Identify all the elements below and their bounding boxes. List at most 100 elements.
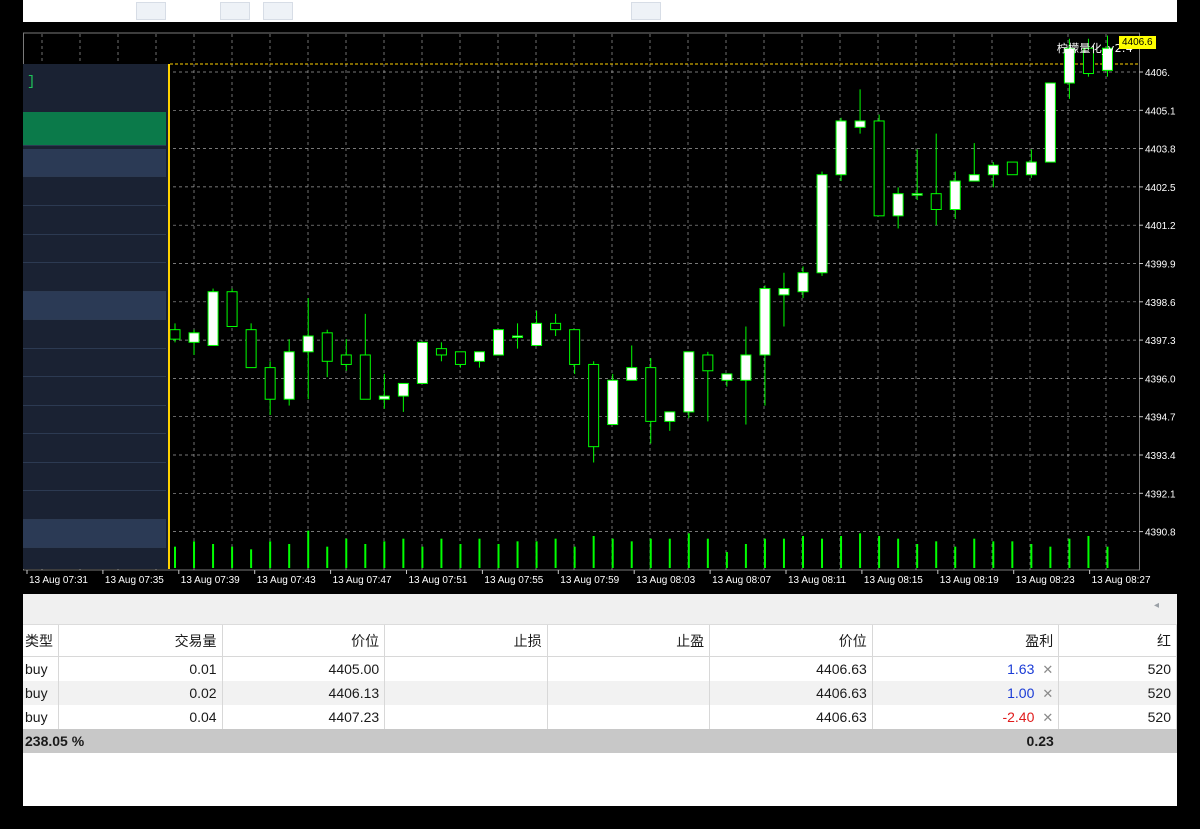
time-axis-label: 13 Aug 08:11 bbox=[788, 575, 847, 586]
candle-body bbox=[797, 272, 809, 293]
order-current-price: 4406.63 bbox=[709, 656, 873, 681]
candle-body bbox=[987, 164, 999, 176]
panel-row[interactable] bbox=[23, 263, 166, 292]
order-profit: 1.00 bbox=[1007, 684, 1035, 701]
candle-body bbox=[588, 363, 600, 448]
order-stop-loss[interactable] bbox=[384, 656, 548, 681]
candle-body bbox=[645, 367, 657, 422]
candle-body bbox=[264, 367, 276, 400]
column-header[interactable]: 交易量 bbox=[58, 625, 223, 657]
candle-body bbox=[302, 335, 314, 353]
candle-body bbox=[1006, 161, 1018, 176]
candle-body bbox=[968, 174, 980, 182]
panel-row[interactable] bbox=[23, 320, 166, 349]
candle-body bbox=[721, 373, 733, 381]
panel-row[interactable] bbox=[23, 520, 166, 548]
toolbar-button[interactable] bbox=[631, 2, 661, 20]
toolbar-button[interactable] bbox=[136, 2, 166, 20]
panel-row[interactable] bbox=[23, 463, 166, 491]
orders-table: 类型 交易量 价位 止损 止盈 价位 盈利 红 buy 0.01 4405.00 bbox=[23, 625, 1177, 753]
time-axis-label: 13 Aug 08:15 bbox=[864, 575, 923, 586]
column-header[interactable]: 红 bbox=[1058, 625, 1177, 657]
candle-body bbox=[930, 193, 942, 211]
column-header[interactable]: 价位 bbox=[222, 625, 386, 657]
price-axis-label: 4405.1 bbox=[1145, 106, 1176, 117]
order-profit: 1.63 bbox=[1007, 660, 1035, 677]
order-profit-cell: 1.63 ✕ bbox=[872, 656, 1060, 681]
candle-body bbox=[454, 351, 466, 365]
candle-body bbox=[569, 329, 581, 365]
price-axis-label: 4401.2 bbox=[1145, 221, 1176, 232]
panel-row[interactable] bbox=[23, 377, 166, 406]
candle-body bbox=[473, 351, 485, 362]
panel-row[interactable] bbox=[23, 178, 166, 206]
order-take-profit[interactable] bbox=[547, 656, 711, 681]
time-axis-label: 13 Aug 07:59 bbox=[560, 575, 619, 586]
order-stop-loss[interactable] bbox=[384, 705, 548, 729]
candle-body bbox=[626, 367, 638, 381]
time-axis-label: 13 Aug 07:47 bbox=[333, 575, 392, 586]
time-axis-label: 13 Aug 08:03 bbox=[636, 575, 695, 586]
candle-body bbox=[664, 411, 676, 422]
candle-body bbox=[245, 329, 257, 369]
order-profit-cell: -2.40 ✕ bbox=[872, 705, 1060, 729]
candle-body bbox=[835, 120, 847, 176]
order-extra: 520 bbox=[1058, 681, 1177, 705]
panel-row[interactable] bbox=[23, 349, 166, 377]
candle-body bbox=[493, 329, 505, 356]
time-axis-label: 13 Aug 07:43 bbox=[257, 575, 316, 586]
close-icon[interactable]: ✕ bbox=[1042, 686, 1053, 701]
panel-row[interactable] bbox=[23, 434, 166, 463]
candle-body bbox=[702, 354, 714, 372]
trading-terminal-window: 4406. 4405.1 4403.8 4402.5 4401.2 4399.9 4398.… bbox=[0, 0, 1200, 829]
panel-row[interactable] bbox=[23, 206, 166, 235]
table-row[interactable]: buy 0.02 4406.13 4406.63 1.00 ✕ 520 bbox=[23, 681, 1177, 705]
close-icon[interactable]: ✕ bbox=[1042, 710, 1053, 725]
time-axis-label: 13 Aug 08:27 bbox=[1092, 575, 1151, 586]
panel-row[interactable] bbox=[23, 292, 166, 320]
price-axis-label: 4392.1 bbox=[1145, 489, 1176, 500]
column-header[interactable]: 止损 bbox=[384, 625, 548, 657]
price-chart[interactable]: 4406. 4405.1 4403.8 4402.5 4401.2 4399.9 4398.… bbox=[23, 22, 1177, 594]
candle-body bbox=[226, 291, 238, 328]
toolbar-button[interactable] bbox=[220, 2, 250, 20]
candlestick-chart-canvas: 4406. 4405.1 4403.8 4402.5 4401.2 4399.9 4398.… bbox=[23, 32, 1176, 586]
order-profit: -2.40 bbox=[1002, 708, 1035, 725]
panel-bracket-text: ] bbox=[27, 74, 36, 90]
time-axis-label: 13 Aug 08:23 bbox=[1016, 575, 1075, 586]
candle-body bbox=[759, 288, 771, 356]
column-header[interactable]: 价位 bbox=[709, 625, 873, 657]
scroll-left-arrow-icon[interactable]: ◂ bbox=[1154, 600, 1159, 611]
candle-body bbox=[207, 291, 219, 346]
table-row[interactable]: buy 0.04 4407.23 4406.63 -2.40 ✕ 520 bbox=[23, 705, 1177, 729]
column-header[interactable]: 止盈 bbox=[547, 625, 711, 657]
order-profit-cell: 1.00 ✕ bbox=[872, 681, 1060, 705]
panel-row[interactable] bbox=[23, 149, 166, 177]
column-header[interactable]: 类型 bbox=[23, 625, 59, 657]
candle-body bbox=[873, 120, 885, 217]
time-axis-label: 13 Aug 07:51 bbox=[409, 575, 468, 586]
candle-body bbox=[683, 351, 695, 413]
panel-row[interactable] bbox=[23, 235, 166, 263]
column-header[interactable]: 盈利 bbox=[872, 625, 1060, 657]
toolbar-button[interactable] bbox=[263, 2, 293, 20]
order-take-profit[interactable] bbox=[547, 681, 711, 705]
candle-body bbox=[911, 193, 923, 196]
panel-row[interactable] bbox=[23, 406, 166, 434]
candle-body bbox=[854, 120, 866, 128]
table-row[interactable]: buy 0.01 4405.00 4406.63 1.63 ✕ 520 bbox=[23, 656, 1177, 681]
candle-body bbox=[816, 174, 828, 274]
order-stop-loss[interactable] bbox=[384, 681, 548, 705]
order-take-profit[interactable] bbox=[547, 705, 711, 729]
order-type: buy bbox=[23, 656, 59, 681]
time-axis-label: 13 Aug 08:07 bbox=[712, 575, 771, 586]
candle-body bbox=[169, 329, 181, 340]
close-icon[interactable]: ✕ bbox=[1042, 662, 1053, 677]
candle-body bbox=[416, 341, 428, 384]
order-open-price: 4407.23 bbox=[222, 705, 386, 729]
time-axis-label: 13 Aug 08:19 bbox=[940, 575, 999, 586]
toolbar bbox=[23, 0, 1177, 22]
panel-row[interactable] bbox=[23, 491, 166, 520]
price-axis-label: 4406. bbox=[1145, 68, 1170, 79]
panel-active-row[interactable] bbox=[23, 112, 166, 146]
